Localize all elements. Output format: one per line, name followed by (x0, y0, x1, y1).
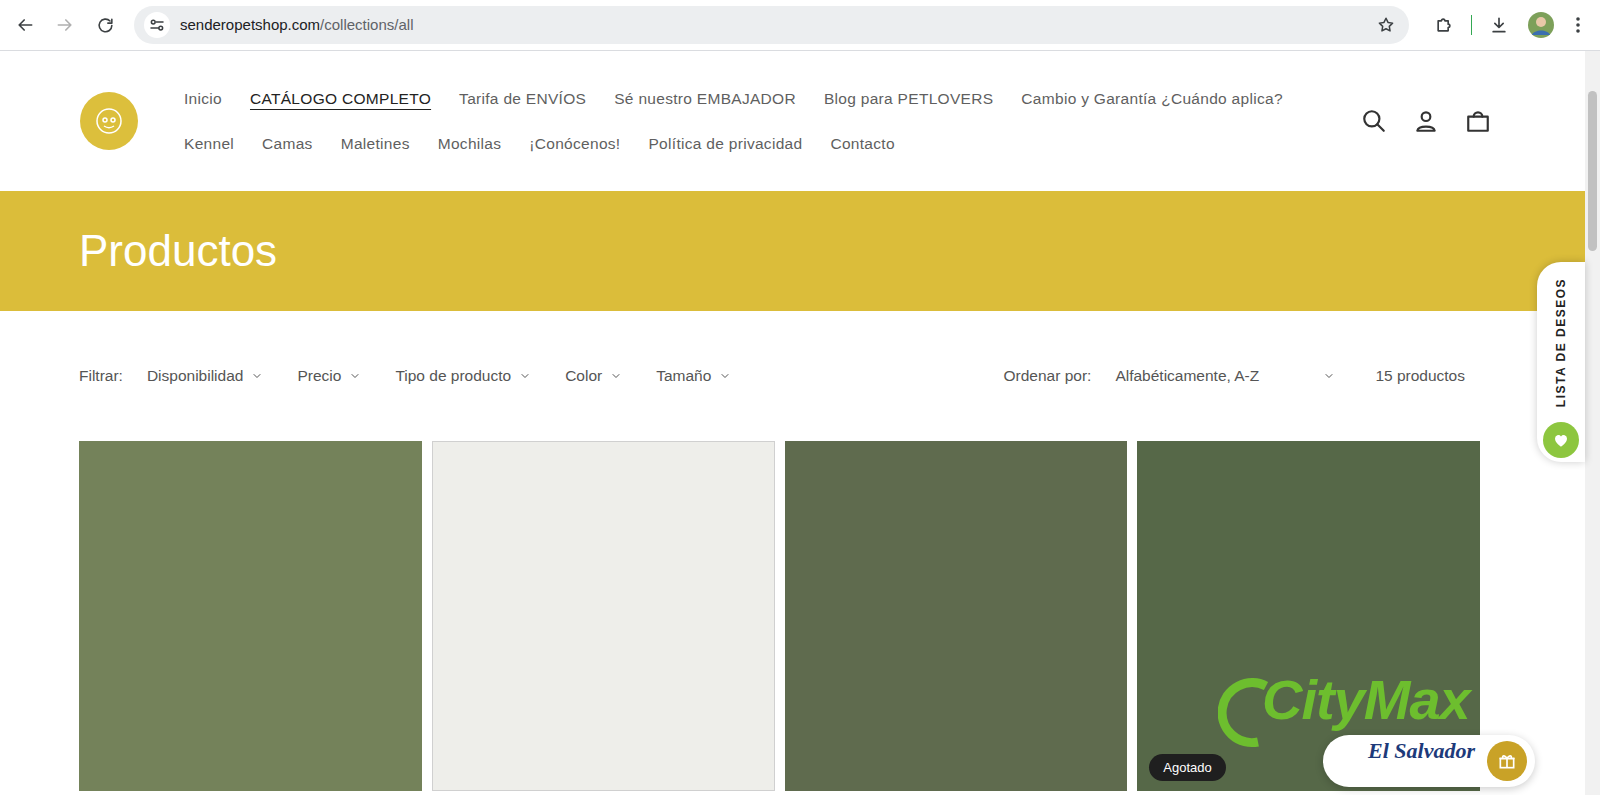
site-header: Inicio CATÁLOGO COMPLETO Tarifa de ENVÍOS S… (0, 51, 1585, 191)
product-card[interactable] (785, 441, 1128, 791)
filter-dropdown[interactable]: Tamaño (656, 364, 731, 387)
filter-dropdown[interactable]: Color (565, 364, 622, 387)
filter-dropdown[interactable]: Tipo de producto (395, 364, 531, 387)
filter-name[interactable]: Color (565, 364, 602, 387)
filter-dropdown[interactable]: Disponibilidad (147, 364, 264, 387)
nav-link[interactable]: Tarifa de ENVÍOS (459, 87, 586, 110)
nav-link[interactable]: Política de privacidad (648, 132, 802, 155)
page-area: Inicio CATÁLOGO COMPLETO Tarifa de ENVÍOS S… (0, 51, 1600, 795)
chevron-down-icon (719, 370, 731, 382)
main-nav: Inicio CATÁLOGO COMPLETO Tarifa de ENVÍOS S… (184, 87, 1359, 156)
bookmark-star-icon[interactable] (1373, 12, 1399, 38)
browser-menu-icon[interactable] (1568, 10, 1588, 40)
nav-link[interactable]: CATÁLOGO COMPLETO (250, 87, 431, 110)
nav-link[interactable]: Inicio (184, 87, 222, 110)
nav-link[interactable]: Camas (262, 132, 313, 155)
profile-avatar-icon[interactable] (1526, 10, 1556, 40)
sort-label: Ordenar por: (1003, 364, 1091, 387)
address-bar[interactable]: senderopetshop.com/collections/all (134, 6, 1409, 44)
header-actions (1359, 106, 1493, 136)
filter-bar: Filtrar: Disponibilidad Precio Tipo de prod… (0, 311, 1585, 441)
heart-icon[interactable] (1543, 422, 1579, 458)
watermark-logo-icon (1218, 672, 1278, 752)
wishlist-tab[interactable]: LISTA DE DESEOS (1537, 262, 1585, 462)
site-info-icon[interactable] (144, 12, 170, 38)
collection-banner: Productos (0, 191, 1585, 311)
nav-link[interactable]: Contacto (830, 132, 894, 155)
watermark-brand: CityMax (1262, 672, 1470, 728)
nav-row: Inicio CATÁLOGO COMPLETO Tarifa de ENVÍOS S… (184, 87, 1359, 110)
gift-icon[interactable] (1487, 741, 1527, 781)
logo-mark-icon (94, 106, 124, 136)
scrollbar-thumb[interactable] (1588, 91, 1597, 251)
browser-toolbar: senderopetshop.com/collections/all (0, 0, 1600, 51)
logo[interactable] (80, 92, 138, 150)
rewards-launcher[interactable] (1323, 735, 1535, 787)
filter-name[interactable]: Precio (297, 364, 341, 387)
url[interactable]: senderopetshop.com/collections/all (180, 14, 1363, 37)
nav-link[interactable]: Cambio y Garantía ¿Cuándo aplica? (1021, 87, 1282, 110)
back-icon[interactable] (8, 8, 42, 42)
filter-dropdown[interactable]: Precio (297, 364, 361, 387)
sort-select[interactable]: Alfabéticamente, A-Z (1115, 364, 1335, 387)
toolbar-divider (1471, 15, 1472, 35)
browser-actions (1429, 10, 1588, 40)
sold-out-badge: Agotado (1149, 754, 1225, 782)
nav-link[interactable]: ¡Conócenos! (529, 132, 620, 155)
nav-link[interactable]: Blog para PETLOVERS (824, 87, 993, 110)
forward-icon[interactable] (48, 8, 82, 42)
product-card[interactable] (432, 441, 775, 791)
url-host[interactable]: senderopetshop.com (180, 16, 320, 33)
nav-row: Kennel Camas Maletines Mochilas ¡Conócenos! P… (184, 132, 1359, 155)
chevron-down-icon (519, 370, 531, 382)
download-icon[interactable] (1484, 10, 1514, 40)
nav-link[interactable]: Sé nuestro EMBAJADOR (614, 87, 796, 110)
product-count: 15 productos (1375, 364, 1465, 387)
scrollbar[interactable] (1585, 51, 1600, 795)
nav-link[interactable]: Maletines (341, 132, 410, 155)
reload-icon[interactable] (88, 8, 122, 42)
nav-link[interactable]: Mochilas (438, 132, 502, 155)
account-icon[interactable] (1411, 106, 1441, 136)
watermark: CityMax El Salvador (1218, 672, 1593, 782)
page: Inicio CATÁLOGO COMPLETO Tarifa de ENVÍOS S… (0, 51, 1585, 795)
filter-name[interactable]: Tipo de producto (395, 364, 511, 387)
sort-value[interactable]: Alfabéticamente, A-Z (1115, 364, 1259, 387)
chevron-down-icon (251, 370, 263, 382)
watermark-region: El Salvador (1368, 734, 1475, 767)
chevron-down-icon (1323, 370, 1335, 382)
collection-title: Productos (79, 229, 277, 273)
chevron-down-icon (349, 370, 361, 382)
filter-label: Filtrar: (79, 364, 123, 387)
nav-link[interactable]: Kennel (184, 132, 234, 155)
chevron-down-icon (610, 370, 622, 382)
url-path[interactable]: /collections/all (320, 16, 413, 33)
filter-name[interactable]: Tamaño (656, 364, 711, 387)
search-icon[interactable] (1359, 106, 1389, 136)
extensions-icon[interactable] (1429, 10, 1459, 40)
product-card[interactable] (79, 441, 422, 791)
cart-icon[interactable] (1463, 106, 1493, 136)
wishlist-label[interactable]: LISTA DE DESEOS (1552, 278, 1570, 407)
filter-name[interactable]: Disponibilidad (147, 364, 244, 387)
